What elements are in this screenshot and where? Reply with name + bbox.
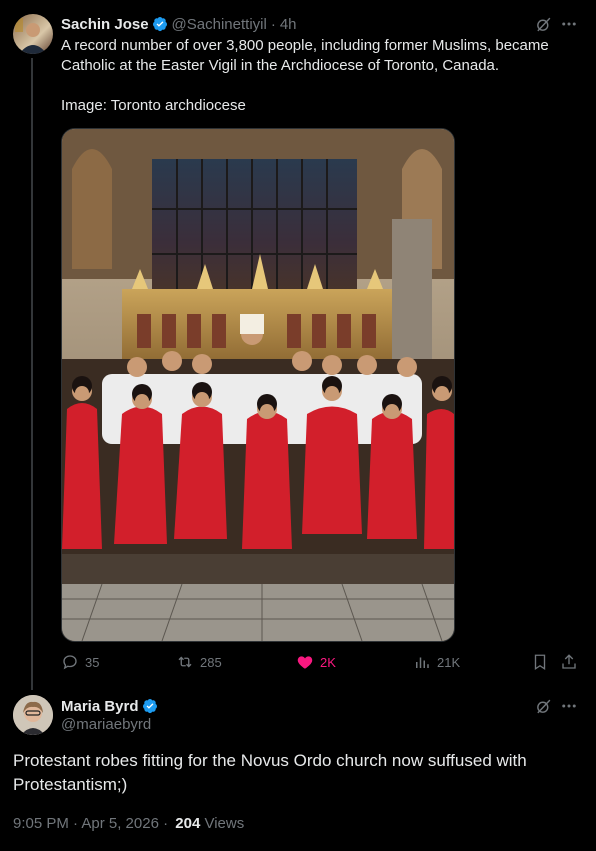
tweet-time[interactable]: 4h (280, 16, 297, 33)
verified-badge-icon (152, 16, 168, 32)
views-icon (416, 657, 429, 668)
views-button[interactable]: 21K (413, 653, 460, 671)
dot-separator: · (270, 15, 276, 33)
repost-icon (178, 656, 192, 668)
like-count: 2K (320, 654, 336, 670)
reply-icon (63, 655, 77, 670)
thread-line (31, 58, 33, 690)
reply-button[interactable]: 35 (61, 653, 99, 671)
views-label: Views (204, 815, 245, 832)
grok-icon[interactable] (533, 14, 553, 34)
more-icon[interactable] (558, 696, 580, 716)
tweet-photo[interactable] (61, 128, 455, 642)
grok-icon[interactable] (533, 696, 553, 716)
author-handle-2[interactable]: @mariaebyrd (61, 716, 151, 733)
avatar-sachin[interactable] (13, 14, 53, 54)
tweet-text-line2: Catholic at the Easter Vigil in the Arch… (61, 57, 500, 74)
tweet-timestamp[interactable]: 9:05 PM · Apr 5, 2026 · (13, 815, 168, 832)
reply-count: 35 (85, 654, 100, 670)
avatar-maria[interactable] (13, 695, 53, 735)
views-count: 21K (437, 654, 461, 670)
views-number: 204 (175, 815, 201, 832)
repost-count: 285 (200, 654, 222, 670)
author-name-2[interactable]: Maria Byrd (61, 698, 139, 715)
author-name[interactable]: Sachin Jose (61, 16, 149, 33)
more-icon[interactable] (558, 14, 580, 34)
author-handle[interactable]: @Sachinettiyil (172, 16, 267, 33)
verified-badge-icon (142, 698, 158, 714)
reply-text-line1: Protestant robes fitting for the Novus O… (13, 751, 527, 770)
bookmark-icon[interactable] (530, 652, 550, 672)
tweet-text-line1: A record number of over 3,800 people, in… (61, 37, 549, 54)
repost-button[interactable]: 285 (176, 653, 222, 671)
tweet-text-line3: Image: Toronto archdiocese (61, 97, 246, 114)
reply-text-line2: Protestantism;) (13, 775, 128, 794)
share-icon[interactable] (559, 652, 579, 672)
like-icon (297, 656, 313, 669)
like-button[interactable]: 2K (296, 653, 336, 671)
